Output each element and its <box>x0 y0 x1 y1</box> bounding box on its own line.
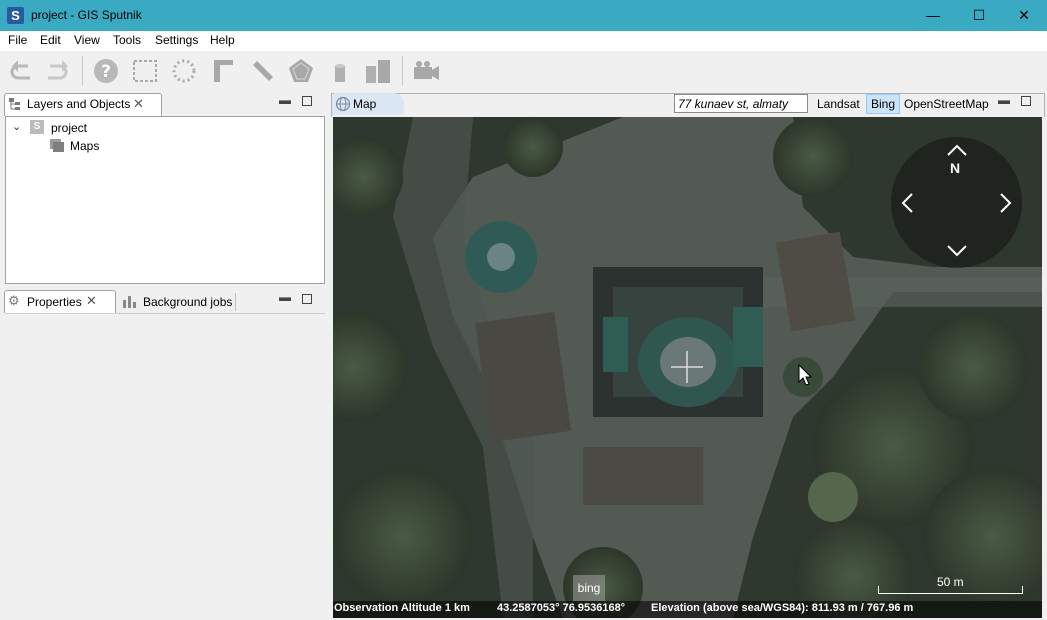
window-title: project - GIS Sputnik <box>31 8 142 22</box>
close-tab-icon[interactable]: ✕ <box>86 293 97 309</box>
help-icon[interactable]: ? <box>92 56 120 86</box>
measure-distance-icon[interactable] <box>248 56 276 86</box>
tab-layers-label: Layers and Objects <box>27 97 131 111</box>
gear-icon: ⚙ <box>8 293 20 308</box>
provider-openstreetmap[interactable]: OpenStreetMap <box>900 95 993 113</box>
menu-tools[interactable]: Tools <box>113 33 141 47</box>
title-bar <box>0 0 1047 31</box>
mouse-cursor-icon <box>798 363 813 389</box>
menu-settings[interactable]: Settings <box>155 33 198 47</box>
cylinder-icon[interactable] <box>326 56 354 86</box>
pan-east-button[interactable] <box>999 192 1013 217</box>
layers-tab-icon <box>8 97 22 114</box>
pan-south-button[interactable] <box>946 244 968 261</box>
select-polygon-icon[interactable] <box>170 56 198 86</box>
tab-properties-label: Properties <box>27 295 82 309</box>
coordinates-readout: 43.2587053° 76.9536168° <box>497 602 626 614</box>
buildings-icon[interactable] <box>364 56 392 86</box>
polygon-icon[interactable] <box>287 56 315 86</box>
maximize-panel-icon[interactable] <box>1021 96 1031 106</box>
menu-edit[interactable]: Edit <box>40 33 61 47</box>
provider-bing[interactable]: Bing <box>866 94 901 114</box>
maximize-button[interactable]: ☐ <box>956 0 1002 31</box>
minimize-panel-icon[interactable]: ▬ <box>279 93 291 107</box>
elevation-readout: Elevation (above sea/WGS84): 811.93 m / … <box>651 602 914 614</box>
toolbar-separator <box>82 56 83 86</box>
project-icon: S <box>30 120 44 134</box>
minimize-button[interactable]: — <box>910 0 956 31</box>
bar-chart-icon <box>122 294 138 311</box>
app-icon: S <box>7 7 24 24</box>
pan-west-button[interactable] <box>900 192 914 217</box>
undo-icon[interactable] <box>6 56 34 86</box>
tab-background-jobs[interactable]: Background jobs <box>143 295 232 309</box>
tab-map-label: Map <box>353 97 377 111</box>
bing-logo: bing <box>573 575 605 601</box>
altitude-readout: Observation Altitude 1 km <box>334 602 470 614</box>
maps-icon <box>49 138 65 156</box>
minimize-panel-icon[interactable]: ▬ <box>279 290 291 304</box>
chevron-down-icon[interactable]: ⌄ <box>12 120 21 133</box>
scale-bar <box>878 586 1023 594</box>
north-label: N <box>950 160 961 176</box>
location-search-input[interactable] <box>674 94 808 113</box>
camera-icon[interactable] <box>412 56 440 86</box>
tree-item-maps[interactable]: Maps <box>70 139 99 153</box>
tree-item-project[interactable]: project <box>51 121 87 135</box>
select-rectangle-icon[interactable] <box>131 56 159 86</box>
provider-landsat[interactable]: Landsat <box>813 95 864 113</box>
menu-file[interactable]: File <box>8 33 27 47</box>
svg-text:?: ? <box>101 62 111 82</box>
minimize-panel-icon[interactable]: ▬ <box>998 93 1010 107</box>
maximize-panel-icon[interactable] <box>302 96 312 106</box>
maximize-panel-icon[interactable] <box>302 294 312 304</box>
close-button[interactable]: ✕ <box>1001 0 1047 31</box>
tab-divider <box>235 293 236 311</box>
close-tab-icon[interactable]: ✕ <box>133 96 144 112</box>
menu-view[interactable]: View <box>74 33 100 47</box>
menu-help[interactable]: Help <box>210 33 235 47</box>
map-status-bar: Observation Altitude 1 km 43.2587053° 76… <box>333 601 1042 618</box>
globe-icon <box>335 96 351 115</box>
redo-icon[interactable] <box>44 56 72 86</box>
ruler-angle-icon[interactable] <box>209 56 237 86</box>
toolbar-separator <box>402 56 403 86</box>
properties-content <box>5 313 325 619</box>
